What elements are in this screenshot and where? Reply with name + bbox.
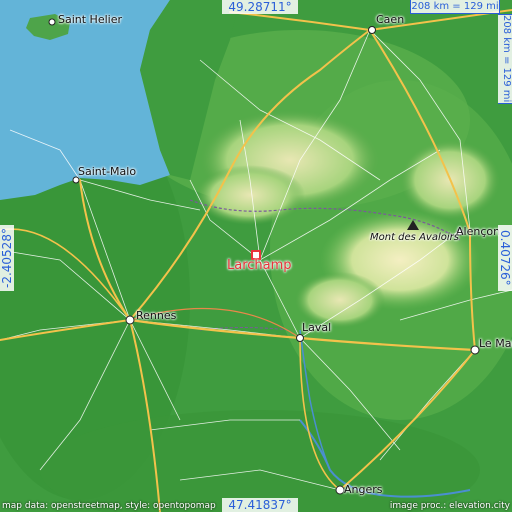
city-label-saint-malo: Saint-Malo xyxy=(78,165,137,178)
city-dot-le-mans xyxy=(470,345,480,355)
city-label-laval: Laval xyxy=(302,321,332,334)
coordinate-top: 49.28711° xyxy=(222,0,298,14)
city-label-rennes: Rennes xyxy=(136,309,177,322)
scale-vertical: 208 km = 129 mi xyxy=(498,14,512,104)
city-label-alencon: Alençon xyxy=(456,225,501,238)
peak-label-mont-des-avaloirs: Mont des Avaloirs xyxy=(370,232,459,243)
city-label-caen: Caen xyxy=(376,13,405,26)
city-label-angers: Angers xyxy=(344,483,383,496)
attribution-image-proc: image proc.: elevation.city xyxy=(389,501,510,511)
highland-east xyxy=(295,272,385,328)
highland-bocage xyxy=(195,165,305,225)
city-dot-laval xyxy=(296,334,304,342)
coordinate-left: -2.40528° xyxy=(0,225,14,291)
city-label-saint-helier: Saint Helier xyxy=(58,13,123,26)
coordinate-bottom: 47.41837° xyxy=(222,498,298,512)
attribution-map-data: map data: openstreetmap, style: opentopo… xyxy=(2,501,216,511)
city-dot-saint-helier xyxy=(48,18,56,26)
coordinate-right: 0.40726° xyxy=(498,225,512,291)
city-dot-caen xyxy=(368,26,376,34)
city-dot-rennes xyxy=(125,315,135,325)
scale-horizontal: 208 km = 129 mi xyxy=(410,0,500,14)
main-place-label: Larchamp xyxy=(227,258,292,273)
city-label-le-mans: Le Mans xyxy=(479,337,512,350)
terrain-map xyxy=(0,0,512,512)
city-dot-angers xyxy=(335,485,345,495)
